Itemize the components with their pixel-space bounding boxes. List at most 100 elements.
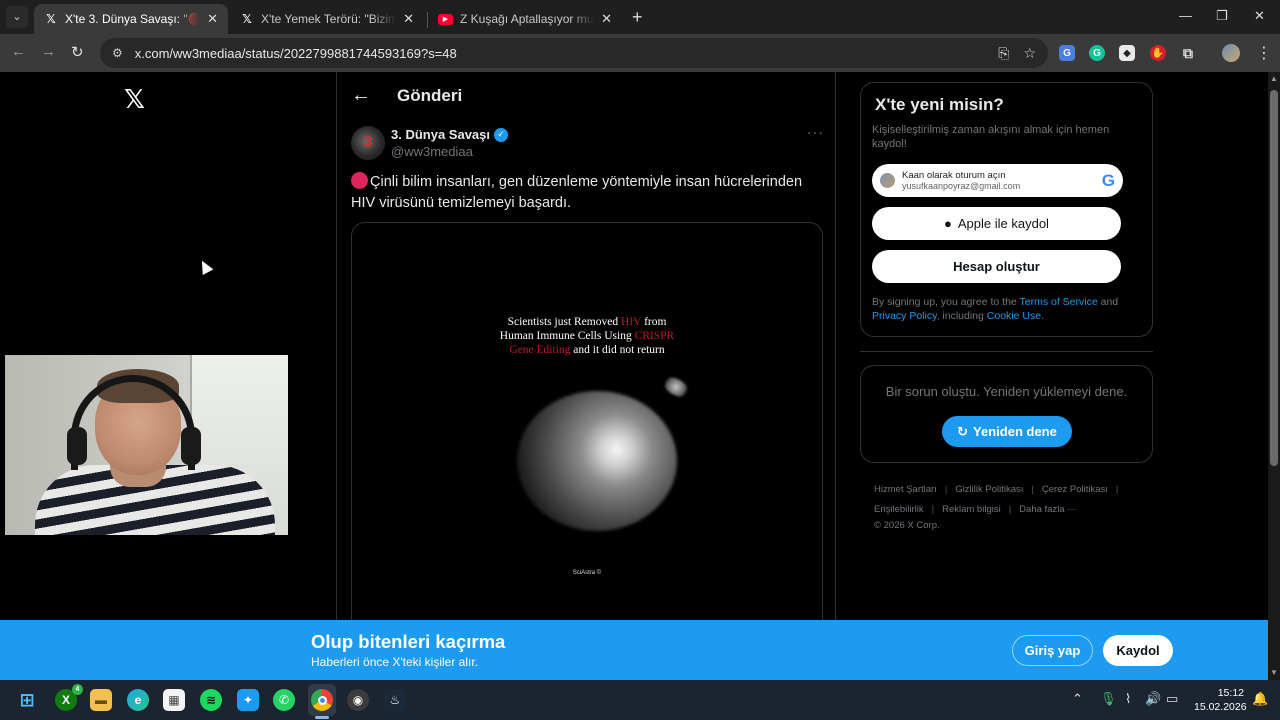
scroll-down-icon[interactable]: ▼: [1270, 668, 1278, 677]
tab-close-icon[interactable]: ✕: [207, 11, 218, 27]
terms-link[interactable]: Terms of Service: [1020, 296, 1098, 308]
x-icon: 𝕏: [242, 12, 252, 26]
bookmark-star-icon[interactable]: ☆: [1023, 45, 1036, 62]
retry-button[interactable]: ↻ Yeniden dene: [942, 416, 1072, 447]
caption-text: and it did not return: [570, 344, 665, 356]
site-info-icon[interactable]: ⚙: [112, 46, 123, 60]
microphone-icon[interactable]: 🎙: [1100, 691, 1117, 707]
profile-avatar[interactable]: [1222, 44, 1240, 62]
caption-highlight: Gene Editing: [509, 344, 571, 356]
google-account-avatar: [880, 173, 895, 188]
footer-link[interactable]: Gizlilik Politikası: [955, 484, 1023, 495]
browser-tabbar: ⌄ 𝕏 X'te 3. Dünya Savaşı: "🔴Çinli bilim …: [0, 0, 1280, 34]
webcam-overlay: [5, 355, 288, 535]
chrome-center: [317, 695, 327, 705]
login-button[interactable]: Giriş yap: [1012, 635, 1093, 666]
author-handle[interactable]: @ww3mediaa: [391, 144, 473, 159]
banner-subtitle: Haberleri önce X'teki kişiler alır.: [311, 655, 479, 669]
author-avatar[interactable]: 3: [351, 126, 385, 160]
panel-divider: [860, 351, 1153, 352]
tab-x-yemek[interactable]: 𝕏 X'te Yemek Terörü: "Bizim fırın güzel …: [230, 4, 424, 34]
author-name: 3. Dünya Savaşı: [391, 127, 490, 142]
minimize-icon[interactable]: —: [1179, 8, 1192, 23]
restore-icon[interactable]: ❐: [1216, 8, 1228, 24]
back-nav-icon[interactable]: ←: [11, 43, 26, 60]
google-signin-button[interactable]: Kaan olarak oturum açın yusufkaanpoyraz@…: [872, 164, 1123, 197]
apple-signup-button[interactable]: ● Apple ile kaydol: [872, 207, 1121, 240]
edge-icon[interactable]: e: [127, 689, 149, 711]
legal-and: and: [1097, 296, 1119, 308]
active-indicator: [315, 716, 329, 719]
page-scrollbar[interactable]: ▲ ▼: [1268, 72, 1280, 680]
footer-separator: |: [931, 504, 935, 515]
signup-button[interactable]: Kaydol: [1103, 635, 1173, 666]
install-app-icon[interactable]: ⎘: [998, 45, 1009, 62]
tab-search-chevron-icon[interactable]: ⌄: [6, 6, 28, 28]
chrome-icon[interactable]: [311, 689, 333, 711]
page-title: Gönderi: [397, 86, 463, 105]
steam-icon[interactable]: ♨: [384, 689, 406, 711]
more-options-icon[interactable]: ···: [807, 124, 824, 140]
browser-menu-icon[interactable]: ⋮: [1256, 43, 1272, 63]
scroll-up-icon[interactable]: ▲: [1270, 74, 1278, 83]
translate-extension-icon[interactable]: G: [1059, 45, 1075, 61]
obs-icon[interactable]: ◉: [347, 689, 369, 711]
media-credit: SciAstra ©: [572, 570, 602, 576]
tab-close-icon[interactable]: ✕: [403, 11, 414, 27]
wifi-icon[interactable]: ⌇: [1125, 691, 1131, 707]
grammarly-extension-icon[interactable]: G: [1089, 45, 1105, 61]
copyright: © 2026 X Corp.: [874, 520, 940, 531]
create-account-button[interactable]: Hesap oluştur: [872, 250, 1121, 283]
post-media[interactable]: Scientists just Removed HIV from Human I…: [351, 222, 823, 620]
address-bar[interactable]: ⚙ x.com/ww3mediaa/status/202279988174459…: [100, 38, 1048, 68]
xbox-icon[interactable]: X4: [55, 684, 83, 711]
back-arrow-icon[interactable]: ←: [351, 84, 371, 107]
youtube-icon: ▶: [438, 13, 453, 25]
refresh-icon: ↻: [957, 423, 969, 439]
footer-link[interactable]: Reklam bilgisi: [942, 504, 1001, 515]
footer-link[interactable]: Daha fazla ···: [1019, 504, 1077, 515]
signup-title: X'te yeni misin?: [875, 95, 1004, 114]
battery-icon[interactable]: ▭: [1166, 691, 1178, 707]
footer-link[interactable]: Çerez Politikası: [1042, 484, 1108, 495]
volume-icon[interactable]: 🔊: [1145, 691, 1161, 707]
caption-text: from: [641, 316, 667, 328]
twitter-icon[interactable]: ✦: [237, 689, 259, 711]
windows-start-icon[interactable]: ⊞: [16, 689, 38, 711]
cookie-link[interactable]: Cookie Use: [987, 310, 1041, 322]
url-text: x.com/ww3mediaa/status/20227998817445931…: [134, 45, 457, 61]
notifications-icon[interactable]: 🔔: [1252, 691, 1268, 707]
taskbar-clock[interactable]: 15:12 15.02.2026: [1194, 686, 1247, 714]
x-icon: 𝕏: [46, 12, 56, 26]
extensions-puzzle-icon[interactable]: ⧉: [1180, 45, 1196, 61]
tab-close-icon[interactable]: ✕: [601, 11, 612, 27]
media-caption: Scientists just Removed HIV from Human I…: [352, 315, 822, 357]
x-logo-icon[interactable]: 𝕏: [124, 84, 145, 115]
reload-icon[interactable]: ↻: [71, 43, 84, 61]
author-name-row[interactable]: 3. Dünya Savaşı ✓: [391, 127, 508, 142]
whatsapp-icon[interactable]: ✆: [273, 689, 295, 711]
footer-link[interactable]: Hizmet Şartları: [874, 484, 937, 495]
privacy-link[interactable]: Privacy Policy: [872, 310, 937, 322]
x-page: 𝕏 ← Gönderi 3 3. Dünya Savaşı ✓ @ww3medi…: [0, 72, 1268, 620]
close-window-icon[interactable]: ✕: [1254, 8, 1265, 24]
file-explorer-icon[interactable]: ▬: [90, 689, 112, 711]
xbox-badge: 4: [72, 684, 83, 695]
extension-icon[interactable]: ◆: [1119, 45, 1135, 61]
adblock-extension-icon[interactable]: ✋: [1150, 45, 1166, 61]
footer-separator: |: [1008, 504, 1012, 515]
signup-panel: X'te yeni misin? Kişiselleştirilmiş zama…: [860, 82, 1153, 337]
forward-nav-icon[interactable]: →: [41, 43, 56, 60]
new-tab-icon[interactable]: +: [632, 7, 643, 28]
tray-overflow-icon[interactable]: ⌃: [1072, 691, 1083, 707]
post-column: ← Gönderi 3 3. Dünya Savaşı ✓ @ww3mediaa…: [336, 72, 836, 620]
store-icon[interactable]: ▦: [163, 689, 185, 711]
signup-banner: Olup bitenleri kaçırma Haberleri önce X'…: [0, 620, 1268, 680]
tab-x-post[interactable]: 𝕏 X'te 3. Dünya Savaşı: "🔴Çinli bilim in…: [34, 4, 228, 34]
footer-link[interactable]: Erişilebilirlik: [874, 504, 924, 515]
scrollbar-thumb[interactable]: [1270, 90, 1278, 466]
caption-highlight: CRISPR: [634, 330, 675, 342]
tab-youtube[interactable]: ▶ Z Kuşağı Aptallaşıyor mu? IQ Testi ✕: [428, 4, 622, 34]
legal-prefix: By signing up, you agree to the: [872, 296, 1020, 308]
spotify-icon[interactable]: ≋: [200, 689, 222, 711]
